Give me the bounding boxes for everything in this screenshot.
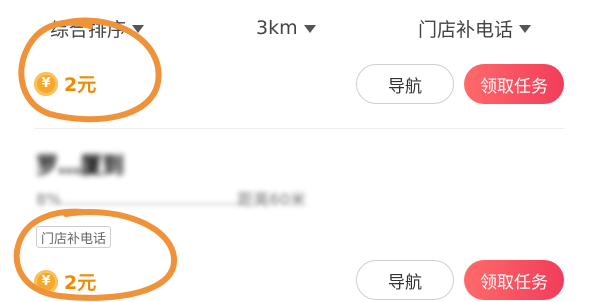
claim-task-button[interactable]: 领取任务 bbox=[464, 64, 564, 104]
coin-icon: ¥ bbox=[34, 71, 58, 96]
reward-amount: 2元 bbox=[64, 272, 97, 294]
filter-task-type-label: 门店补电话 bbox=[418, 18, 514, 41]
dropdown-triangle-icon bbox=[303, 25, 316, 33]
filter-bar: 综合排序 3km 门店补电话 bbox=[0, 0, 610, 50]
navigate-button[interactable]: 导航 bbox=[356, 260, 454, 300]
claim-task-button[interactable]: 领取任务 bbox=[464, 260, 564, 300]
filter-distance[interactable]: 3km bbox=[256, 12, 316, 44]
reward-amount: 2元 bbox=[64, 74, 97, 96]
dropdown-triangle-icon bbox=[519, 25, 532, 33]
navigate-button[interactable]: 导航 bbox=[356, 64, 454, 104]
filter-task-type[interactable]: 门店补电话 bbox=[418, 12, 532, 44]
filter-sort[interactable]: 综合排序 bbox=[50, 12, 145, 44]
task-type-tag: 门店补电话 bbox=[36, 226, 112, 248]
reward-row: ¥ 2元 bbox=[34, 268, 96, 295]
reward-row: ¥ 2元 bbox=[34, 70, 96, 97]
filter-distance-label: 3km bbox=[256, 17, 298, 39]
store-info: 8%……………………………距离60米 bbox=[36, 190, 306, 209]
task-list-screen: 综合排序 3km 门店补电话 ¥ 2元 导航 领取任务 罗…厦到 8%……………… bbox=[0, 0, 610, 302]
filter-sort-label: 综合排序 bbox=[50, 18, 127, 41]
coin-icon: ¥ bbox=[34, 269, 58, 294]
divider bbox=[34, 128, 564, 129]
store-name: 罗…厦到 bbox=[36, 154, 125, 179]
dropdown-triangle-icon bbox=[132, 25, 145, 33]
